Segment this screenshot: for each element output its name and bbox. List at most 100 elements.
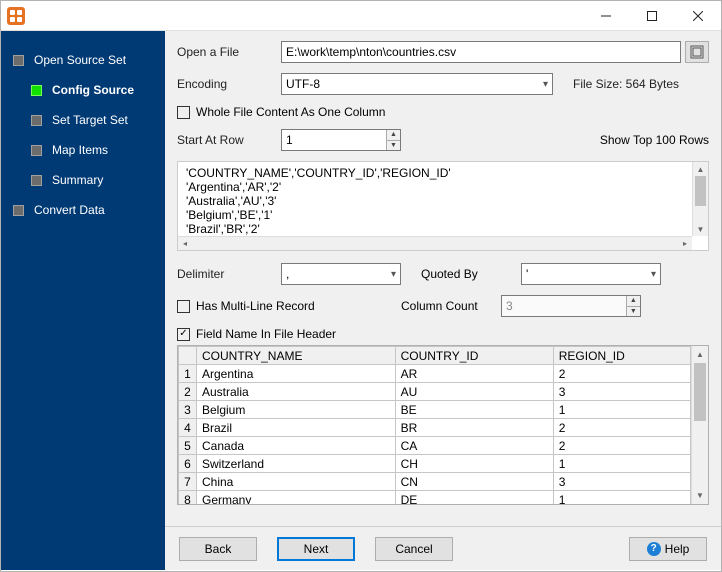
grid-col-header[interactable]: REGION_ID [553,347,690,365]
grid-cell[interactable]: 3 [553,383,690,401]
scroll-up-icon[interactable]: ▲ [692,346,708,363]
grid-cell[interactable]: 1 [553,491,690,506]
grid-cell[interactable]: 1 [553,401,690,419]
grid-cell[interactable]: DE [395,491,553,506]
grid-cell[interactable]: BE [395,401,553,419]
table-row[interactable]: 7ChinaCN3 [179,473,691,491]
grid-cell[interactable]: Argentina [197,365,396,383]
nav-label: Set Target Set [52,113,128,127]
grid-col-header[interactable]: COUNTRY_NAME [197,347,396,365]
titlebar [1,1,721,31]
grid-cell[interactable]: 2 [553,437,690,455]
grid-cell[interactable]: AR [395,365,553,383]
wizard-footer: Back Next Cancel ? Help [165,526,721,570]
table-row[interactable]: 1ArgentinaAR2 [179,365,691,383]
scroll-left-icon[interactable]: ◂ [178,239,192,248]
scroll-down-icon[interactable]: ▼ [692,487,708,504]
grid-vertical-scrollbar[interactable]: ▲ ▼ [691,346,708,504]
grid-cell[interactable]: 1 [553,455,690,473]
grid-cell[interactable]: 2 [553,419,690,437]
nav-set-target-set[interactable]: Set Target Set [13,105,157,135]
table-row[interactable]: 8GermanyDE1 [179,491,691,506]
whole-file-checkbox[interactable]: Whole File Content As One Column [177,105,385,119]
quoted-value: ' [526,267,528,281]
preview-horizontal-scrollbar[interactable]: ◂ ▸ [178,236,692,250]
grid-cell[interactable]: 3 [553,473,690,491]
grid-cell[interactable]: CN [395,473,553,491]
scroll-right-icon[interactable]: ▸ [678,239,692,248]
nav-summary[interactable]: Summary [13,165,157,195]
grid-cell[interactable]: Canada [197,437,396,455]
maximize-button[interactable] [629,1,675,31]
scroll-thumb[interactable] [695,176,706,206]
row-number: 4 [179,419,197,437]
grid-cell[interactable]: Germany [197,491,396,506]
multiline-label: Has Multi-Line Record [196,299,315,313]
scroll-up-icon[interactable]: ▲ [693,162,708,176]
open-file-input[interactable] [281,41,681,63]
grid-cell[interactable]: BR [395,419,553,437]
delimiter-label: Delimiter [177,267,281,281]
cancel-button[interactable]: Cancel [375,537,453,561]
row-number: 8 [179,491,197,506]
chevron-down-icon: ▾ [391,269,396,280]
nav-open-source-set[interactable]: Open Source Set [13,45,157,75]
start-row-spinner[interactable]: ▲▼ [281,129,401,151]
table-row[interactable]: 5CanadaCA2 [179,437,691,455]
grid-cell[interactable]: China [197,473,396,491]
row-number: 7 [179,473,197,491]
nav-label: Convert Data [34,203,105,217]
show-top-label: Show Top 100 Rows [600,133,709,147]
grid-cell[interactable]: Belgium [197,401,396,419]
table-row[interactable]: 3BelgiumBE1 [179,401,691,419]
delimiter-value: , [286,267,289,281]
header-checkbox[interactable]: ✓ Field Name In File Header [177,327,336,341]
close-button[interactable] [675,1,721,31]
spin-down-icon: ▼ [627,307,640,317]
encoding-select[interactable]: UTF-8 ▾ [281,73,553,95]
whole-file-label: Whole File Content As One Column [196,105,385,119]
table-row[interactable]: 2AustraliaAU3 [179,383,691,401]
scroll-down-icon[interactable]: ▼ [693,222,708,236]
delimiter-select[interactable]: , ▾ [281,263,401,285]
colcount-spinner: ▲▼ [501,295,641,317]
file-preview: 'COUNTRY_NAME','COUNTRY_ID','REGION_ID' … [177,161,709,251]
header-label: Field Name In File Header [196,327,336,341]
preview-vertical-scrollbar[interactable]: ▲ ▼ [692,162,708,236]
quoted-select[interactable]: ' ▾ [521,263,661,285]
open-file-label: Open a File [177,45,281,59]
multiline-checkbox[interactable]: Has Multi-Line Record [177,299,401,313]
row-number: 5 [179,437,197,455]
help-icon: ? [647,542,661,556]
row-number: 2 [179,383,197,401]
row-number: 3 [179,401,197,419]
grid-cell[interactable]: Switzerland [197,455,396,473]
nav-label: Open Source Set [34,53,126,67]
grid-col-header[interactable]: COUNTRY_ID [395,347,553,365]
grid-cell[interactable]: CH [395,455,553,473]
back-button[interactable]: Back [179,537,257,561]
scroll-thumb[interactable] [694,363,706,421]
browse-file-button[interactable] [685,41,709,63]
grid-cell[interactable]: Brazil [197,419,396,437]
grid-cell[interactable]: Australia [197,383,396,401]
chevron-down-icon: ▾ [543,79,548,90]
colcount-input [502,296,626,316]
grid-cell[interactable]: AU [395,383,553,401]
grid-cell[interactable]: CA [395,437,553,455]
wizard-sidebar: Open Source Set Config Source Set Target… [1,31,165,570]
minimize-button[interactable] [583,1,629,31]
help-button[interactable]: ? Help [629,537,707,561]
grid-cell[interactable]: 2 [553,365,690,383]
spin-down-icon[interactable]: ▼ [387,141,400,151]
nav-label: Map Items [52,143,108,157]
nav-convert-data[interactable]: Convert Data [13,195,157,225]
next-button[interactable]: Next [277,537,355,561]
spin-up-icon[interactable]: ▲ [387,130,400,141]
table-row[interactable]: 4BrazilBR2 [179,419,691,437]
table-row[interactable]: 6SwitzerlandCH1 [179,455,691,473]
colcount-label: Column Count [401,299,501,313]
nav-map-items[interactable]: Map Items [13,135,157,165]
start-row-input[interactable] [282,130,386,150]
nav-config-source[interactable]: Config Source [13,75,157,105]
